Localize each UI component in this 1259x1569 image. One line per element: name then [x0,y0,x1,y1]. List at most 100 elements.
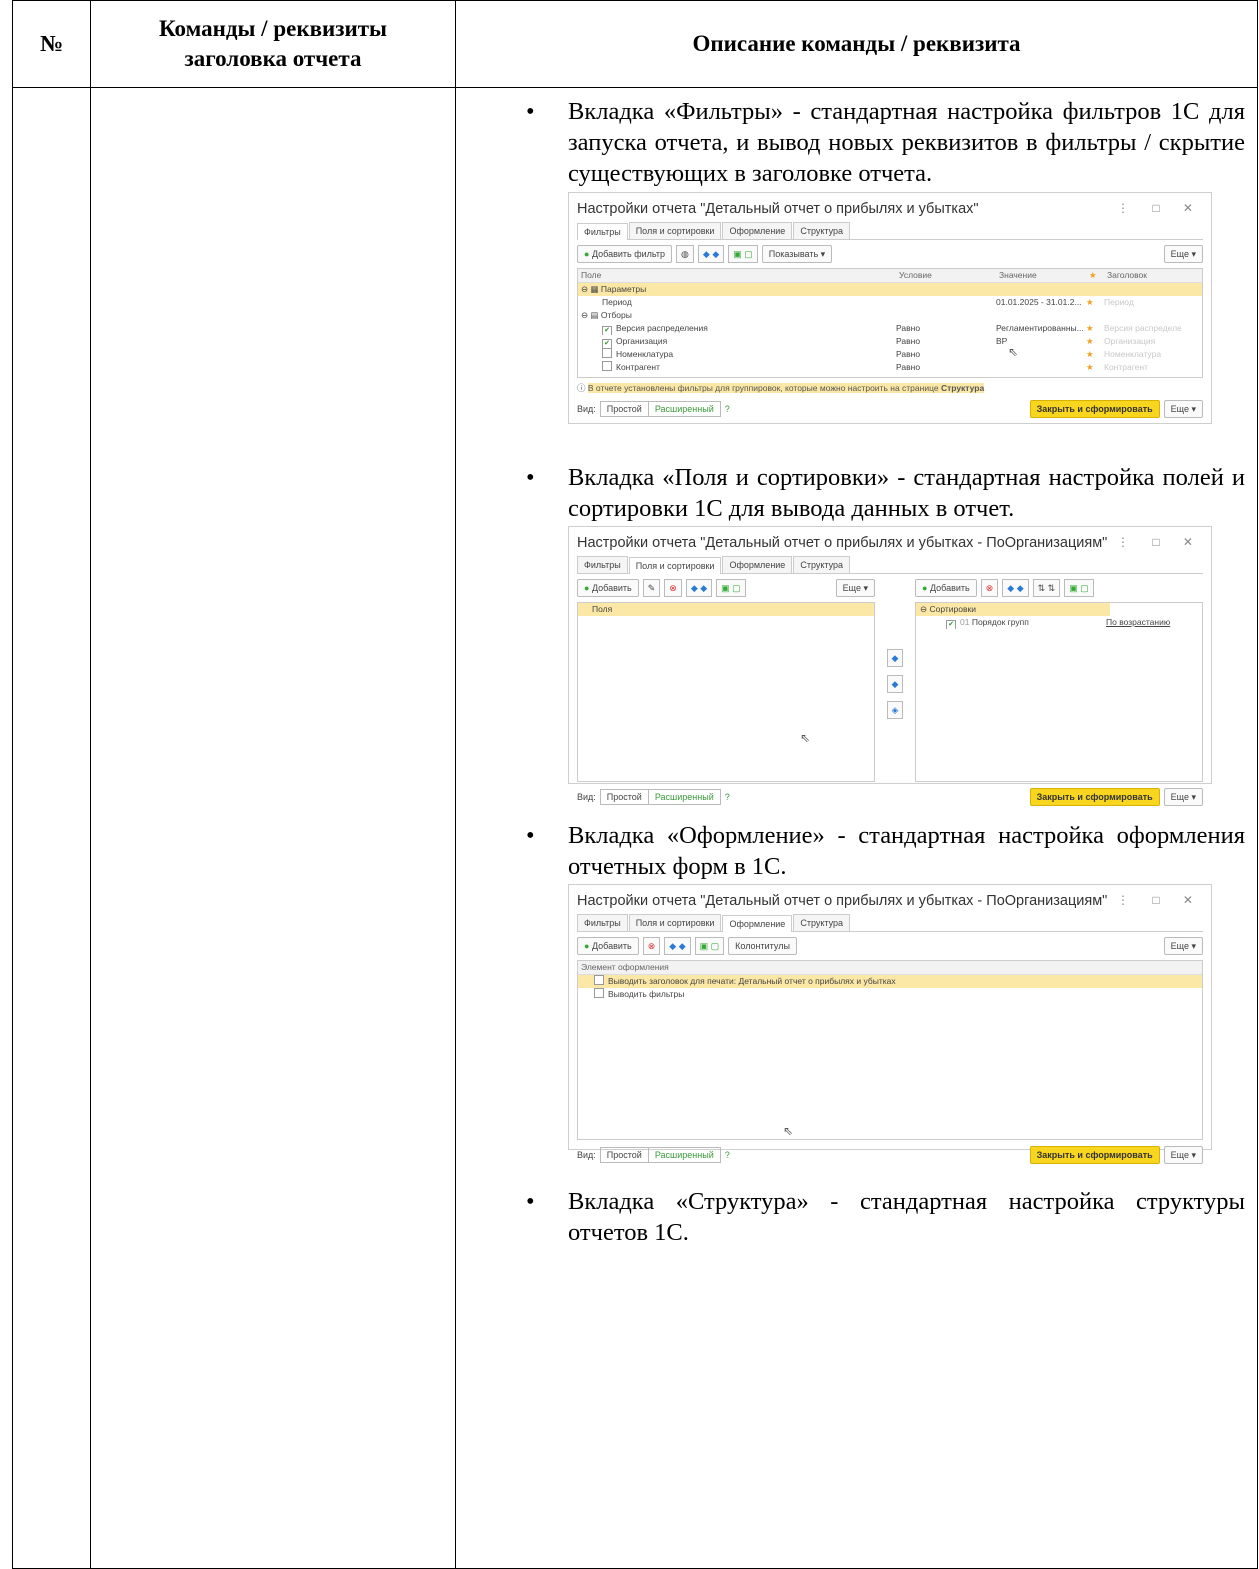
tab-structure[interactable]: Структура [793,222,851,239]
star-icon[interactable]: ★ [1086,348,1104,361]
plus-icon: ● [584,583,590,593]
table-row[interactable]: Номенклатура Равно ★ Номенклатура [578,348,1202,361]
copy-icon[interactable]: ▣ ▢ [728,245,758,263]
view-extended[interactable]: Расширенный [647,790,720,804]
move-arrows-icon[interactable]: ◆ ◆ [1002,579,1029,597]
row-field: Период [602,297,632,307]
headers-footers-button[interactable]: Колонтитулы [728,937,797,955]
close-and-generate-button[interactable]: Закрыть и сформировать [1029,1146,1160,1164]
add-sort-button[interactable]: ● Добавить [915,579,977,597]
table-row[interactable]: Контрагент Равно ★ Контрагент [578,361,1202,374]
sort-direction-link[interactable]: По возрастанию [1106,616,1170,629]
edit-icon[interactable]: ✎ [642,579,661,597]
move-right-icon[interactable]: ◆ [886,649,904,667]
close-and-generate-button[interactable]: Закрыть и сформировать [1029,788,1160,806]
delete-icon[interactable]: ⊗ [980,579,999,597]
tab-appearance[interactable]: Оформление [722,915,793,932]
table-row[interactable]: Выводить фильтры [578,988,1202,1001]
table-row[interactable]: ⊖ ▤ Отборы [578,309,1202,322]
more-button[interactable]: Еще ▾ [835,579,875,597]
view-simple[interactable]: Простой [601,1148,648,1162]
view-simple[interactable]: Простой [601,402,648,416]
fields-toolbar: ● Добавить ✎ ⊗ ◆ ◆ ▣ ▢ Еще ▾ [577,579,875,597]
disable-icon[interactable]: ◍ [676,245,694,263]
checkbox[interactable]: ✔ [946,620,956,629]
table-row[interactable]: Выводить заголовок для печати: Детальный… [578,975,1202,988]
star-icon[interactable]: ★ [1086,296,1104,309]
more-button[interactable]: Еще ▾ [1163,1146,1203,1164]
close-and-generate-button[interactable]: Закрыть и сформировать [1029,400,1160,418]
move-arrows-icon[interactable]: ◆ ◆ [685,579,713,597]
help-icon[interactable]: ? [725,1150,730,1160]
tab-appearance[interactable]: Оформление [722,556,793,573]
tab-structure[interactable]: Структура [793,914,851,931]
more-button[interactable]: Еще ▾ [1163,937,1203,955]
view-toggle[interactable]: Простой Расширенный [599,789,721,805]
table-row[interactable]: Период 01.01.2025 - 31.01.2... ★ Период [578,296,1202,309]
add-button[interactable]: ● Добавить [577,937,639,955]
row-field: Номенклатура [616,349,674,359]
tab-appearance[interactable]: Оформление [722,222,793,239]
tab-structure[interactable]: Структура [793,556,851,573]
table-row[interactable]: ⊖ ▦ Параметры [578,283,1202,296]
checkbox[interactable] [602,348,612,358]
window-title: Настройки отчета "Детальный отчет о приб… [577,201,979,217]
sorting-toolbar: ● Добавить ⊗ ◆ ◆ ⇅ ⇅ ▣ ▢ [915,579,1203,597]
view-extended[interactable]: Расширенный [647,1148,720,1162]
checkbox[interactable] [594,975,604,985]
move-arrows-icon[interactable]: ◆ ◆ [697,245,725,263]
view-extended[interactable]: Расширенный [647,402,720,416]
show-dropdown[interactable]: Показывать ▾ [761,245,833,263]
table-row[interactable]: ✔ 01 Порядок групп По возрастанию [916,616,1202,629]
help-icon[interactable]: ? [725,792,730,802]
plus-icon: ● [584,249,590,259]
copy-icon[interactable]: ▣ ▢ [1064,579,1094,597]
view-toggle[interactable]: Простой Расширенный [599,401,721,417]
help-icon[interactable]: ? [725,404,730,414]
window-controls-icon[interactable]: ⋮ □ ✕ [1117,893,1203,907]
checkbox[interactable]: ✔ [602,326,612,335]
move-right-icon[interactable]: ◆ [886,675,904,693]
checkbox[interactable] [602,361,612,371]
sort-icon[interactable]: ⇅ ⇅ [1032,579,1061,597]
table-row[interactable]: ✔ Организация Равно ВР ★ Организация [578,335,1202,348]
tab-fields-sorting[interactable]: Поля и сортировки [628,914,722,931]
delete-icon[interactable]: ⊗ [664,579,682,597]
delete-icon[interactable]: ⊗ [642,937,661,955]
more-button[interactable]: Еще ▾ [1163,788,1203,806]
column-value: Значение [999,270,1037,280]
star-icon[interactable]: ★ [1086,322,1104,335]
copy-icon[interactable]: ▣ ▢ [694,937,725,955]
structure-link[interactable]: Структура [941,383,984,393]
more-button[interactable]: Еще ▾ [1163,245,1203,263]
info-text: В отчете установлены фильтры для группир… [587,383,941,393]
tab-filters[interactable]: Фильтры [577,914,628,931]
add-field-button[interactable]: ● Добавить [577,579,639,597]
move-arrows-icon[interactable]: ◆ ◆ [664,937,691,955]
star-icon[interactable]: ★ [1086,335,1104,348]
table-row[interactable]: ✔ Версия распределения Равно Регламентиро… [578,322,1202,335]
row-header: Версия распределе [1104,323,1182,333]
row-value: 01.01.2025 - 31.01.2... [996,297,1082,307]
tab-fields-sorting[interactable]: Поля и сортировки [628,222,722,239]
add-filter-button[interactable]: ● Добавить фильтр [577,245,673,263]
more-button[interactable]: Еще ▾ [1163,400,1203,418]
table-row[interactable]: Поля [578,603,874,616]
add-label: Добавить [591,941,632,951]
checkbox[interactable]: ✔ [602,339,612,348]
window-controls-icon[interactable]: ⋮ □ ✕ [1117,535,1203,549]
tab-fields-sorting[interactable]: Поля и сортировки [628,557,722,574]
sort-item: Порядок групп [971,617,1029,627]
view-toggle[interactable]: Простой Расширенный [599,1147,721,1163]
tab-filters[interactable]: Фильтры [577,556,628,573]
add-label: Добавить [929,583,970,593]
copy-icon[interactable]: ▣ ▢ [716,579,746,597]
star-icon[interactable]: ★ [1086,361,1104,374]
row-field: Отборы [600,310,632,320]
table-row[interactable]: ⊖ Сортировки [916,603,1202,616]
checkbox[interactable] [594,988,604,998]
window-controls-icon[interactable]: ⋮ □ ✕ [1117,201,1203,215]
view-simple[interactable]: Простой [601,790,648,804]
tab-filters[interactable]: Фильтры [577,223,628,240]
move-all-icon[interactable]: ◈ [886,701,904,719]
